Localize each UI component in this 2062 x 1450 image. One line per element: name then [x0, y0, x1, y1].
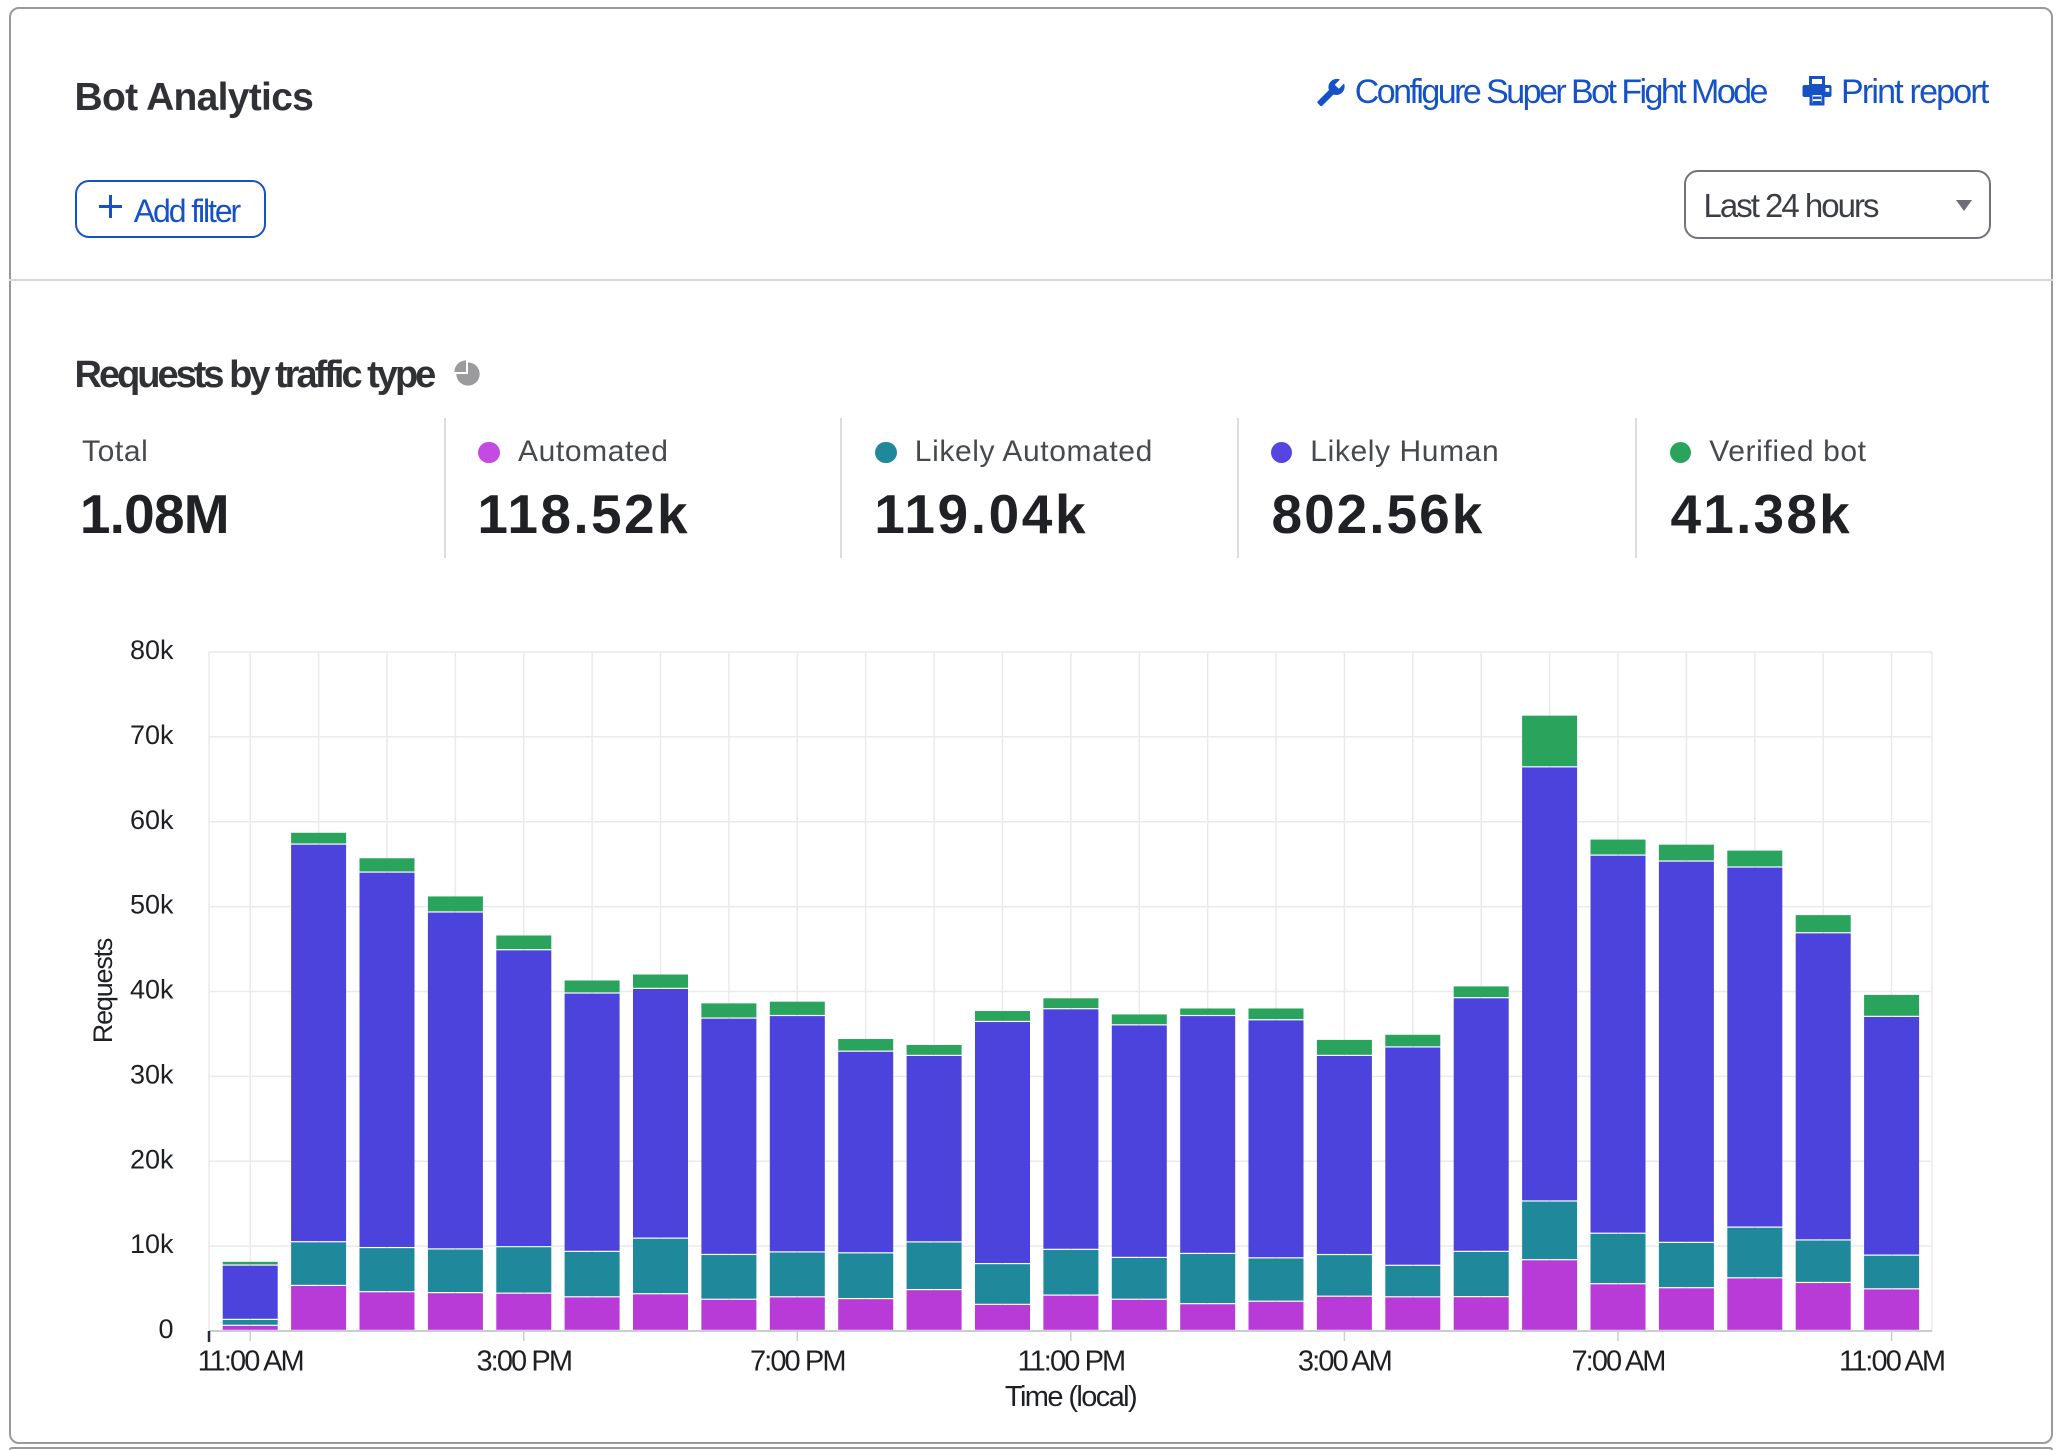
svg-text:20k: 20k	[130, 1144, 174, 1174]
svg-text:3:00 PM: 3:00 PM	[476, 1346, 571, 1378]
svg-text:3:00 AM: 3:00 AM	[1298, 1346, 1391, 1378]
svg-text:10k: 10k	[130, 1229, 174, 1259]
svg-text:Requests: Requests	[88, 938, 118, 1043]
svg-text:50k: 50k	[130, 890, 174, 920]
svg-text:Time (local): Time (local)	[1005, 1381, 1136, 1413]
svg-text:11:00 PM: 11:00 PM	[1018, 1346, 1125, 1378]
svg-text:11:00 AM: 11:00 AM	[198, 1346, 303, 1378]
svg-text:40k: 40k	[130, 975, 174, 1005]
svg-text:80k: 80k	[130, 635, 174, 665]
svg-text:70k: 70k	[130, 720, 174, 750]
svg-text:7:00 AM: 7:00 AM	[1571, 1346, 1664, 1378]
svg-text:0: 0	[158, 1314, 173, 1344]
svg-text:11:00 AM: 11:00 AM	[1839, 1346, 1944, 1378]
svg-text:60k: 60k	[130, 805, 174, 835]
svg-text:30k: 30k	[130, 1060, 174, 1090]
svg-text:7:00 PM: 7:00 PM	[750, 1346, 845, 1378]
